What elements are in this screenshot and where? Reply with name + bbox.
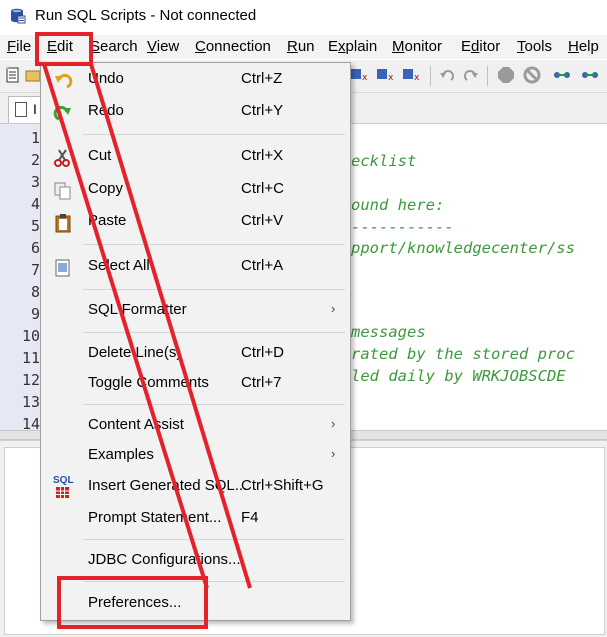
toolbar-separator [430, 66, 431, 86]
menu-separator [83, 289, 345, 290]
menu-item-insert-generated-sql[interactable]: SQL Insert Generated SQL... Ctrl+Shift+G [41, 473, 350, 501]
menu-file[interactable]: File [7, 38, 31, 55]
scissors-icon [54, 149, 70, 167]
menu-item-undo[interactable]: Undo Ctrl+Z [41, 66, 350, 94]
disconnect-icon[interactable] [581, 66, 599, 84]
line-number: 3 [30, 173, 40, 191]
code-line: pport/knowledgecenter/ss [351, 239, 575, 257]
menu-editor[interactable]: Editor [461, 38, 500, 55]
window-title: Run SQL Scripts - Not connected [35, 7, 257, 24]
run-selected-icon[interactable]: x [376, 66, 394, 84]
connect-icon[interactable] [553, 66, 571, 84]
menu-item-cut[interactable]: Cut Ctrl+X [41, 143, 350, 171]
line-number: 4 [30, 195, 40, 213]
menu-connection[interactable]: Connection [195, 38, 271, 55]
app-database-icon [11, 8, 26, 24]
line-number: 10 [21, 327, 40, 345]
undo-toolbar-icon[interactable] [439, 66, 457, 84]
code-line: ecklist [351, 152, 417, 170]
edit-menu-dropdown: Undo Ctrl+Z Redo Ctrl+Y Cut Ctrl+X Copy … [40, 62, 351, 621]
menu-item-select-all[interactable]: Select All Ctrl+A [41, 253, 350, 281]
line-number-gutter: 1 2 3 4 5 6 7 8 9 10 11 12 13 14 [0, 124, 42, 433]
menu-item-redo[interactable]: Redo Ctrl+Y [41, 98, 350, 126]
title-bar: Run SQL Scripts - Not connected [0, 0, 607, 34]
menu-item-jdbc-configurations[interactable]: JDBC Configurations... [41, 547, 350, 575]
grid-icon [56, 487, 69, 498]
toolbar-separator [487, 66, 488, 86]
menu-separator [83, 244, 345, 245]
menu-item-sql-formatter[interactable]: SQL Formatter › [41, 297, 350, 325]
code-line: ound here: [351, 196, 445, 214]
redo-icon [53, 105, 71, 121]
redo-toolbar-icon[interactable] [461, 66, 479, 84]
code-line: rated by the stored proc [351, 345, 575, 363]
menu-item-toggle-comments[interactable]: Toggle Comments Ctrl+7 [41, 370, 350, 398]
chevron-right-icon: › [331, 446, 336, 461]
chevron-right-icon: › [331, 301, 336, 316]
select-all-icon [55, 259, 70, 277]
chevron-right-icon: › [331, 416, 336, 431]
line-number: 8 [30, 283, 40, 301]
menu-separator [83, 581, 345, 582]
svg-text:x: x [388, 73, 394, 83]
sql-icon-text: SQL [53, 475, 74, 486]
sql-icon: SQL [53, 475, 74, 499]
menu-help[interactable]: Help [568, 38, 599, 55]
menu-separator [83, 134, 345, 135]
svg-text:x: x [362, 73, 368, 83]
menu-explain[interactable]: Explain [328, 38, 377, 55]
clipboard-icon [55, 214, 71, 233]
script-tab-label: I [33, 101, 37, 117]
menu-separator [83, 332, 345, 333]
line-number: 13 [21, 393, 40, 411]
run-all-icon[interactable]: x [350, 66, 368, 84]
line-number: 12 [21, 371, 40, 389]
cancel-icon[interactable] [523, 66, 541, 84]
stop-icon[interactable] [497, 66, 515, 84]
menu-item-preferences[interactable]: Preferences... [41, 590, 350, 618]
line-number: 5 [30, 217, 40, 235]
code-line: ----------- [351, 218, 454, 236]
code-line: led daily by WRKJOBSCDE [351, 367, 566, 385]
menu-run[interactable]: Run [287, 38, 315, 55]
line-number: 2 [30, 151, 40, 169]
line-number: 6 [30, 239, 40, 257]
line-number: 11 [21, 349, 40, 367]
menu-item-paste[interactable]: Paste Ctrl+V [41, 208, 350, 236]
menu-bar: File Edit Search View Connection Run Exp… [0, 35, 607, 59]
line-number: 9 [30, 305, 40, 323]
line-number: 7 [30, 261, 40, 279]
menu-search[interactable]: Search [90, 38, 138, 55]
line-number: 1 [30, 129, 40, 147]
copy-icon [54, 182, 71, 200]
undo-icon [55, 73, 73, 89]
menu-item-content-assist[interactable]: Content Assist › [41, 412, 350, 440]
menu-separator [83, 404, 345, 405]
menu-monitor[interactable]: Monitor [392, 38, 442, 55]
new-script-icon[interactable] [4, 66, 22, 84]
menu-view[interactable]: View [147, 38, 179, 55]
menu-edit[interactable]: Edit [47, 38, 73, 55]
run-from-selected-icon[interactable]: x [402, 66, 420, 84]
menu-item-examples[interactable]: Examples › [41, 442, 350, 470]
svg-text:x: x [414, 73, 420, 83]
menu-separator [83, 539, 345, 540]
menu-item-prompt-statement[interactable]: Prompt Statement... F4 [41, 505, 350, 533]
menu-item-delete-lines[interactable]: Delete Line(s) Ctrl+D [41, 340, 350, 368]
menu-tools[interactable]: Tools [517, 38, 552, 55]
menu-item-copy[interactable]: Copy Ctrl+C [41, 176, 350, 204]
document-icon [15, 102, 27, 117]
code-line: messages [351, 323, 426, 341]
